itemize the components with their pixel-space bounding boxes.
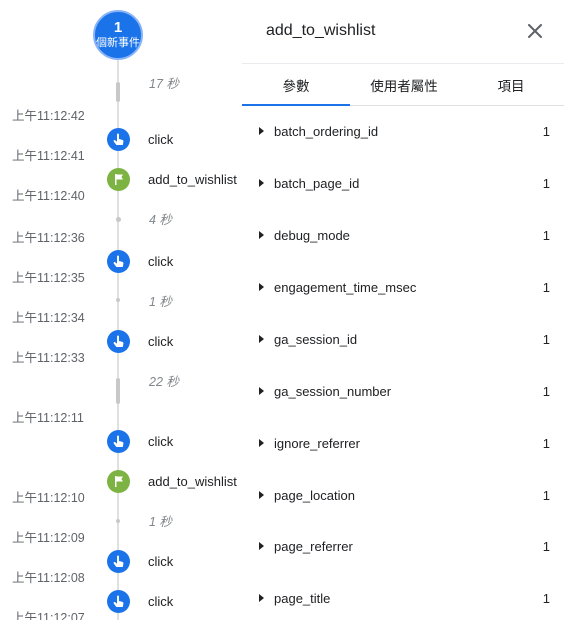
expand-caret-icon[interactable] [259, 439, 264, 447]
tab-parameters[interactable]: 參數 [242, 64, 350, 106]
flag-icon[interactable] [107, 168, 130, 191]
param-row[interactable]: engagement_time_msec 1 [242, 277, 564, 299]
timestamp: 上午11:12:42 [12, 109, 85, 123]
expand-caret-icon[interactable] [259, 283, 264, 291]
param-name: page_referrer [274, 539, 353, 554]
param-row[interactable]: ignore_referrer 1 [242, 433, 564, 455]
expand-caret-icon[interactable] [259, 387, 264, 395]
time-gap-marker [116, 217, 121, 222]
timestamp: 上午11:12:40 [12, 189, 85, 203]
event-label[interactable]: click [148, 554, 173, 570]
timestamp: 上午11:12:34 [12, 311, 85, 325]
expand-caret-icon[interactable] [259, 542, 264, 550]
timestamp: 上午11:12:36 [12, 231, 85, 245]
event-label[interactable]: click [148, 594, 173, 610]
flag-icon[interactable] [107, 470, 130, 493]
time-gap-label: 1 秒 [149, 295, 172, 309]
param-name: page_title [274, 591, 331, 606]
expand-caret-icon[interactable] [259, 335, 264, 343]
time-gap-label: 22 秒 [149, 375, 179, 389]
param-count: 1 [542, 591, 550, 606]
click-icon[interactable] [107, 250, 130, 273]
new-events-label: 個新事件 [96, 37, 140, 49]
timestamp: 上午11:12:09 [12, 531, 85, 545]
param-name: engagement_time_msec [274, 280, 417, 295]
close-icon[interactable] [528, 24, 542, 38]
close-button[interactable] [524, 20, 546, 42]
timestamp: 上午11:12:33 [12, 351, 85, 365]
param-row[interactable]: page_location 1 [242, 485, 564, 507]
click-icon[interactable] [107, 128, 130, 151]
new-events-badge[interactable]: 1 個新事件 [93, 10, 143, 60]
param-count: 1 [542, 384, 550, 399]
timestamp: 上午11:12:08 [12, 571, 85, 585]
param-name: page_location [274, 488, 355, 503]
time-gap-label: 4 秒 [149, 213, 172, 227]
expand-caret-icon[interactable] [259, 491, 264, 499]
param-row[interactable]: page_title 1 [242, 588, 564, 610]
event-label[interactable]: click [148, 434, 173, 450]
click-icon[interactable] [107, 330, 130, 353]
tab-user-properties[interactable]: 使用者屬性 [350, 64, 458, 105]
param-row[interactable]: batch_page_id 1 [242, 173, 564, 195]
param-name: debug_mode [274, 228, 350, 243]
param-count: 1 [542, 436, 550, 451]
detail-tabs: 參數 使用者屬性 項目 [242, 64, 564, 106]
param-count: 1 [542, 228, 550, 243]
timestamp: 上午11:12:10 [12, 491, 85, 505]
time-gap-marker [116, 298, 120, 302]
param-name: ignore_referrer [274, 436, 360, 451]
param-name: ga_session_number [274, 384, 392, 399]
param-row[interactable]: page_referrer 1 [242, 536, 564, 558]
param-name: batch_ordering_id [274, 124, 379, 139]
time-gap-marker [116, 378, 120, 404]
param-row[interactable]: ga_session_id 1 [242, 329, 564, 351]
param-count: 1 [542, 280, 550, 295]
timestamp: 上午11:12:07 [12, 611, 85, 620]
event-detail-panel: add_to_wishlist 參數 使用者屬性 項目 batch_orderi… [242, 0, 564, 620]
param-count: 1 [542, 124, 550, 139]
time-gap-marker [116, 82, 120, 102]
panel-title: add_to_wishlist [266, 22, 376, 39]
expand-caret-icon[interactable] [259, 231, 264, 239]
param-name: ga_session_id [274, 332, 358, 347]
event-label[interactable]: add_to_wishlist [148, 474, 237, 490]
param-count: 1 [542, 488, 550, 503]
param-count: 1 [542, 176, 550, 191]
time-gap-label: 1 秒 [149, 515, 172, 529]
event-label[interactable]: click [148, 334, 173, 350]
new-events-count: 1 [113, 19, 123, 36]
event-label[interactable]: add_to_wishlist [148, 172, 237, 188]
param-count: 1 [542, 539, 550, 554]
event-label[interactable]: click [148, 132, 173, 148]
time-gap-label: 17 秒 [149, 77, 179, 91]
event-label[interactable]: click [148, 254, 173, 270]
click-icon[interactable] [107, 590, 130, 613]
timestamp: 上午11:12:41 [12, 149, 85, 163]
expand-caret-icon[interactable] [259, 179, 264, 187]
param-row[interactable]: batch_ordering_id 1 [242, 121, 564, 143]
click-icon[interactable] [107, 550, 130, 573]
param-name: batch_page_id [274, 176, 360, 191]
param-row[interactable]: ga_session_number 1 [242, 381, 564, 403]
timestamp: 上午11:12:11 [12, 411, 84, 425]
param-count: 1 [542, 332, 550, 347]
timestamp: 上午11:12:35 [12, 271, 85, 285]
time-gap-marker [116, 519, 120, 523]
param-row[interactable]: debug_mode 1 [242, 225, 564, 247]
expand-caret-icon[interactable] [259, 127, 264, 135]
tab-items[interactable]: 項目 [458, 64, 564, 105]
event-timeline: 1 個新事件 上午11:12:42 上午11:12:41 上午11:12:40 … [0, 0, 242, 620]
click-icon[interactable] [107, 430, 130, 453]
expand-caret-icon[interactable] [259, 594, 264, 602]
